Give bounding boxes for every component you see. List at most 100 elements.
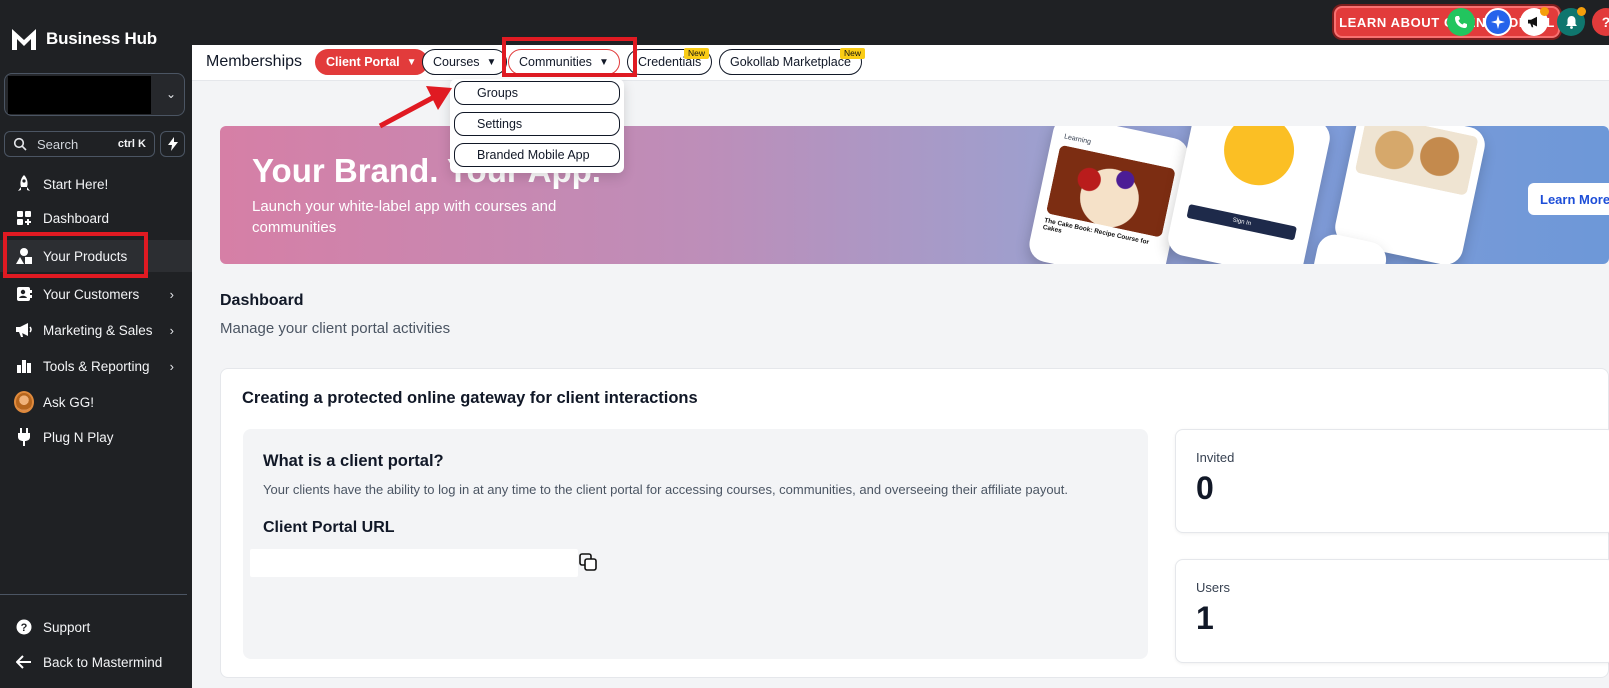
tab-label: Gokollab Marketplace (730, 55, 851, 69)
phone-mockup-signin: Sign In (1164, 126, 1334, 264)
help-icon[interactable]: ? (1592, 8, 1609, 36)
info-description: Your clients have the ability to log in … (263, 482, 1068, 497)
phone-section: Learning (1063, 133, 1092, 146)
top-bar: LEARN ABOUT CLIENT PORTAL ? (192, 0, 1609, 45)
sidebar: Business Hub ⌄ Search ctrl K Start Here!… (0, 0, 192, 688)
stat-label: Users (1196, 580, 1230, 595)
stat-value: 1 (1196, 600, 1214, 636)
sidebar-item-dashboard[interactable]: Dashboard (0, 202, 192, 234)
menu-item-branded-mobile-app[interactable]: Branded Mobile App (454, 143, 620, 167)
card-title: Creating a protected online gateway for … (242, 389, 698, 407)
rocket-icon (14, 174, 34, 194)
svg-text:?: ? (21, 622, 28, 634)
lightning-icon (167, 137, 178, 151)
phone-mockup-learning: Learning The Cake Book: Recipe Course fo… (1026, 126, 1192, 264)
sparkle-icon[interactable] (1484, 8, 1512, 36)
menu-item-settings[interactable]: Settings (454, 112, 620, 136)
info-question: What is a client portal? (263, 452, 444, 470)
sidebar-item-label: Ask GG! (43, 394, 95, 410)
chevron-right-icon: › (169, 322, 174, 338)
sidebar-item-label: Support (43, 619, 91, 635)
dashboard-title: Dashboard (220, 292, 304, 309)
sidebar-item-your-products[interactable]: Your Products (0, 240, 192, 272)
sidebar-item-back-to-mastermind[interactable]: Back to Mastermind (0, 646, 192, 678)
search-label: Search (37, 136, 79, 152)
dashboard-icon (14, 208, 34, 228)
client-portal-card: Creating a protected online gateway for … (220, 368, 1609, 678)
sidebar-item-support[interactable]: ? Support (0, 611, 192, 643)
contact-card-icon (14, 284, 34, 304)
sidebar-item-label: Marketing & Sales (43, 322, 153, 338)
new-badge: New (684, 48, 710, 59)
sidebar-divider (0, 594, 187, 595)
business-hub-logo-icon (12, 29, 36, 50)
assistant-avatar-icon (14, 391, 34, 413)
sidebar-item-marketing-sales[interactable]: Marketing & Sales › (0, 314, 192, 346)
sidebar-item-label: Tools & Reporting (43, 358, 150, 374)
copy-icon[interactable] (579, 553, 597, 571)
banner-subtitle: Launch your white-label app with courses… (252, 198, 557, 236)
communities-dropdown-menu: Groups Settings Branded Mobile App (450, 79, 624, 173)
sidebar-item-label: Your Customers (43, 286, 140, 302)
annotation-arrow-icon (378, 86, 452, 129)
client-portal-info: What is a client portal? Your clients ha… (243, 429, 1148, 659)
chevron-right-icon: › (169, 358, 174, 374)
chevron-down-icon: ▼ (486, 56, 497, 68)
dashboard-subtitle: Manage your client portal activities (220, 320, 451, 337)
tab-credentials[interactable]: Credentials New (627, 48, 713, 75)
sidebar-item-label: Plug N Play (43, 429, 114, 445)
tab-label: Client Portal (326, 55, 400, 69)
sidebar-item-your-customers[interactable]: Your Customers › (0, 278, 192, 310)
chevron-down-icon: ▼ (598, 56, 609, 68)
stat-users: Users 1 (1175, 559, 1609, 663)
stat-value: 0 (1196, 470, 1214, 506)
tab-courses[interactable]: Courses ▼ (422, 49, 508, 75)
new-badge: New (840, 48, 866, 59)
banner-learn-more-button[interactable]: Learn More (1528, 183, 1609, 215)
account-name-redacted (8, 76, 151, 114)
plug-icon (14, 427, 34, 447)
sidebar-item-label: Dashboard (43, 210, 110, 226)
phone-sign-in-button: Sign In (1186, 203, 1297, 241)
megaphone-icon (14, 320, 34, 340)
tab-gokollab-marketplace[interactable]: Gokollab Marketplace New (719, 48, 866, 75)
chevron-right-icon: › (169, 286, 174, 302)
sidebar-item-label: Your Products (43, 248, 128, 264)
sidebar-item-label: Start Here! (43, 176, 109, 192)
tab-client-portal[interactable]: Client Portal ▼ (315, 49, 428, 75)
help-circle-icon: ? (14, 617, 34, 637)
stat-label: Invited (1196, 450, 1235, 465)
megaphone-icon[interactable] (1520, 7, 1549, 36)
shapes-icon (14, 246, 34, 266)
memberships-subnav: Memberships Client Portal ▼ Courses ▼ Co… (192, 45, 1609, 81)
search-shortcut: ctrl K (117, 138, 146, 150)
sidebar-item-plug-n-play[interactable]: Plug N Play (0, 421, 192, 453)
client-portal-url-field[interactable] (250, 549, 578, 577)
bell-icon[interactable] (1557, 7, 1586, 36)
chevron-down-icon: ▼ (406, 56, 417, 68)
brand-name: Business Hub (46, 29, 157, 48)
sidebar-item-ask-gg[interactable]: Ask GG! (0, 386, 192, 418)
tab-label: Courses (433, 55, 480, 69)
client-portal-url-label: Client Portal URL (263, 519, 395, 536)
arrow-left-icon (14, 652, 34, 672)
sidebar-item-start-here[interactable]: Start Here! (0, 168, 192, 200)
stat-invited: Invited 0 (1175, 429, 1609, 533)
illustration (1217, 126, 1301, 192)
search-box[interactable]: Search ctrl K (4, 131, 155, 157)
quick-action-button[interactable] (160, 131, 185, 157)
brand[interactable]: Business Hub (10, 26, 157, 52)
page-title: Memberships (206, 53, 303, 70)
account-selector[interactable]: ⌄ (4, 73, 185, 116)
search-icon (13, 137, 27, 151)
sidebar-item-label: Back to Mastermind (43, 654, 163, 670)
menu-item-groups[interactable]: Groups (454, 81, 620, 105)
tab-communities[interactable]: Communities ▼ (508, 49, 620, 75)
sidebar-item-tools-reporting[interactable]: Tools & Reporting › (0, 350, 192, 382)
tab-label: Communities (519, 55, 592, 69)
pastry-image (1354, 126, 1479, 196)
chevron-down-icon: ⌄ (165, 87, 176, 101)
phone-icon[interactable] (1447, 8, 1475, 36)
bar-chart-icon (14, 356, 34, 376)
promo-banner: Your Brand. Your App. Launch your white-… (220, 126, 1609, 264)
